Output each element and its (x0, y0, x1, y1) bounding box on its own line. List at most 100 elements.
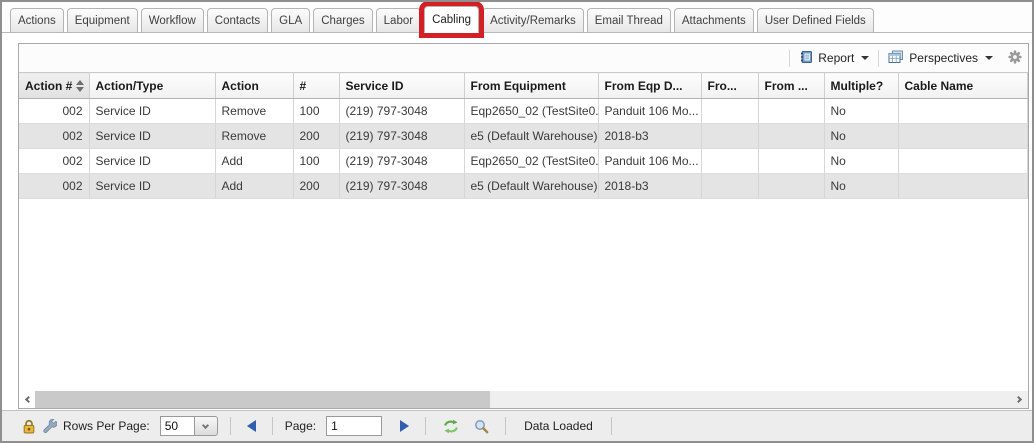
column-header-fro[interactable]: Fro... (701, 73, 758, 99)
arrow-right-icon (400, 420, 409, 432)
cell-cable-name (898, 149, 1028, 174)
rows-per-page-label: Rows Per Page: (63, 419, 150, 433)
rows-per-page-dropdown-button[interactable] (194, 416, 218, 436)
cell-service-id: (219) 797-3048 (339, 124, 464, 149)
previous-page-button[interactable] (243, 420, 260, 432)
tab-bar: Actions Equipment Workflow Contacts GLA … (2, 2, 1032, 33)
cell-from-eqp-d: Panduit 106 Mo... (598, 149, 701, 174)
refresh-icon (442, 419, 460, 434)
cabling-grid-panel: Report Perspec (18, 43, 1029, 409)
column-header-action-number[interactable]: Action # (19, 73, 89, 99)
cell-action-type: Service ID (89, 174, 215, 199)
cell-number: 200 (293, 174, 339, 199)
report-button[interactable]: Report (796, 48, 872, 69)
content-area: Report Perspec (2, 33, 1032, 410)
separator (611, 417, 612, 435)
column-header-multiple[interactable]: Multiple? (824, 73, 898, 99)
cell-action: Remove (215, 99, 293, 124)
separator (425, 417, 426, 435)
tab-charges[interactable]: Charges (313, 8, 372, 33)
cell-from-equipment: e5 (Default Warehouse) (464, 174, 598, 199)
cell-from (758, 124, 824, 149)
perspectives-icon (888, 50, 904, 67)
table-row[interactable]: 002 Service ID Add 100 (219) 797-3048 Eq… (19, 149, 1028, 174)
cell-service-id: (219) 797-3048 (339, 99, 464, 124)
cell-number: 100 (293, 99, 339, 124)
tab-cabling[interactable]: Cabling (424, 6, 479, 33)
settings-gear-button[interactable] (1008, 50, 1022, 67)
table-header-row: Action # Action/Type Action # Service ID… (19, 73, 1028, 99)
cabling-window: Actions Equipment Workflow Contacts GLA … (0, 0, 1034, 443)
cell-from-equipment: Eqp2650_02 (TestSite0... (464, 149, 598, 174)
column-header-action-type[interactable]: Action/Type (89, 73, 215, 99)
separator (272, 417, 273, 435)
rows-per-page-input[interactable] (160, 416, 194, 436)
cell-from (758, 174, 824, 199)
cell-from-equipment: Eqp2650_02 (TestSite0... (464, 99, 598, 124)
search-button[interactable] (470, 419, 493, 434)
tab-equipment[interactable]: Equipment (67, 8, 138, 33)
column-header-action[interactable]: Action (215, 73, 293, 99)
table-row[interactable]: 002 Service ID Add 200 (219) 797-3048 e5… (19, 174, 1028, 199)
grid-toolbar: Report Perspec (19, 44, 1028, 72)
tab-labor[interactable]: Labor (376, 8, 421, 33)
pager-bar: Rows Per Page: Page: (2, 410, 1032, 441)
cell-fro (701, 149, 758, 174)
cell-service-id: (219) 797-3048 (339, 174, 464, 199)
scroll-left-button[interactable] (19, 391, 35, 408)
cell-action-type: Service ID (89, 124, 215, 149)
tab-email-thread[interactable]: Email Thread (587, 8, 671, 33)
cell-from-eqp-d: 2018-b3 (598, 124, 701, 149)
separator (505, 417, 506, 435)
tab-activity-remarks[interactable]: Activity/Remarks (482, 8, 584, 33)
sort-icon[interactable] (76, 80, 84, 92)
chevron-down-icon (985, 56, 993, 60)
perspectives-button[interactable]: Perspectives (885, 48, 996, 69)
tab-actions[interactable]: Actions (10, 8, 64, 33)
cell-multiple: No (824, 124, 898, 149)
lock-icon[interactable] (22, 419, 36, 434)
separator (230, 417, 231, 435)
scroll-right-button[interactable] (1012, 397, 1028, 402)
table-row[interactable]: 002 Service ID Remove 200 (219) 797-3048… (19, 124, 1028, 149)
tab-workflow[interactable]: Workflow (141, 8, 204, 33)
scrollbar-thumb[interactable] (35, 391, 490, 408)
cell-service-id: (219) 797-3048 (339, 149, 464, 174)
column-header-from-equipment[interactable]: From Equipment (464, 73, 598, 99)
tab-contacts[interactable]: Contacts (207, 8, 268, 33)
chevron-down-icon (202, 421, 209, 428)
toolbar-separator (878, 50, 879, 67)
page-label: Page: (285, 419, 316, 433)
cell-cable-name (898, 124, 1028, 149)
column-header-cable-name[interactable]: Cable Name (898, 73, 1028, 99)
arrow-left-icon (247, 420, 256, 432)
tab-gla[interactable]: GLA (271, 8, 310, 33)
refresh-button[interactable] (438, 419, 464, 434)
column-header-label: Action # (25, 79, 72, 93)
cell-fro (701, 124, 758, 149)
page-number-input[interactable] (326, 416, 382, 436)
column-header-from-eqp-d[interactable]: From Eqp D... (598, 73, 701, 99)
perspectives-button-label: Perspectives (909, 51, 978, 65)
status-text: Data Loaded (524, 419, 593, 433)
scrollbar-track[interactable] (490, 391, 1028, 408)
cell-action-number: 002 (19, 174, 89, 199)
chevron-down-icon (861, 56, 869, 60)
rows-per-page-combobox (160, 416, 218, 436)
column-header-number[interactable]: # (293, 73, 339, 99)
cell-cable-name (898, 174, 1028, 199)
column-header-service-id[interactable]: Service ID (339, 73, 464, 99)
cell-from-equipment: e5 (Default Warehouse) (464, 124, 598, 149)
tab-attachments[interactable]: Attachments (674, 8, 754, 33)
table-row[interactable]: 002 Service ID Remove 100 (219) 797-3048… (19, 99, 1028, 124)
wrench-icon[interactable] (42, 419, 57, 434)
column-header-from[interactable]: From ... (758, 73, 824, 99)
cell-action-number: 002 (19, 124, 89, 149)
tab-user-defined-fields[interactable]: User Defined Fields (757, 8, 874, 33)
cell-cable-name (898, 99, 1028, 124)
cell-action-type: Service ID (89, 149, 215, 174)
cell-action-type: Service ID (89, 99, 215, 124)
next-page-button[interactable] (396, 420, 413, 432)
cell-fro (701, 99, 758, 124)
cell-multiple: No (824, 99, 898, 124)
